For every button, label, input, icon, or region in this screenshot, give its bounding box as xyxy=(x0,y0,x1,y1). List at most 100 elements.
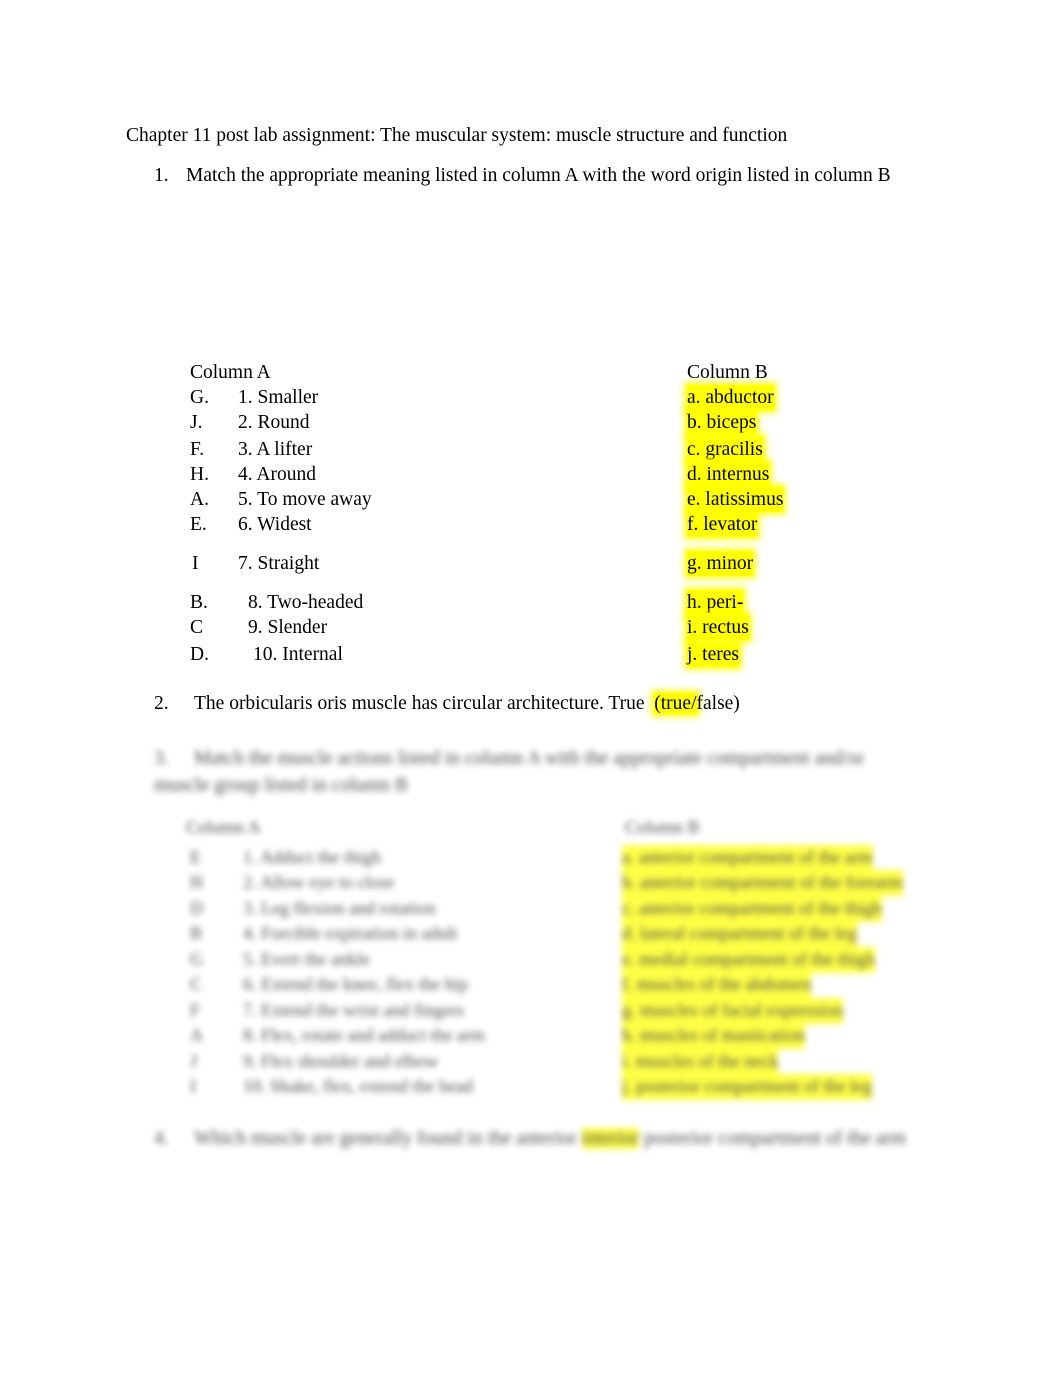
column-b-item: h. peri- xyxy=(687,590,744,615)
column-a-item: 6. Extend the knee, flex the hip xyxy=(243,974,468,994)
answer-letter: F. xyxy=(190,439,205,460)
question-2-text: The orbicularis oris muscle has circular… xyxy=(194,693,645,714)
column-a-item: 4. Around xyxy=(238,464,316,485)
column-b-item: b. biceps xyxy=(687,410,757,435)
answer-letter: A xyxy=(190,1025,203,1045)
table-row: I 7. Straight g. minor xyxy=(190,551,890,576)
answer-letter: B xyxy=(190,923,203,943)
table-row: E. 6. Widest f. levator xyxy=(190,512,890,537)
question-1-text: Match the appropriate meaning listed in … xyxy=(186,165,891,186)
column-b-item: c. gracilis xyxy=(687,437,763,462)
answer-letter: B. xyxy=(190,592,208,613)
table-row: H 2. Allow eye to close b. anterior comp… xyxy=(0,870,1000,896)
column-b-item: c. anterior compartment of the thigh xyxy=(622,896,882,922)
column-a-item: 3. Leg flexion and rotation xyxy=(243,898,436,918)
table-row: D. 10. Internal j. teres xyxy=(190,642,890,667)
column-b-item: i. rectus xyxy=(687,615,749,640)
question-4-highlight: interior xyxy=(581,1128,640,1149)
blurred-lower-section: 3. Match the muscle actions listed in col… xyxy=(0,735,1062,1165)
answer-letter: G. xyxy=(190,387,209,408)
question-2-choice-highlight: (true/ xyxy=(654,693,697,714)
question-2-choice-rest: false) xyxy=(696,693,740,714)
table-row: G 5. Evert the ankle e. medial compartme… xyxy=(0,947,1000,973)
column-a-item: 9. Flex shoulder and elbow xyxy=(243,1051,439,1071)
page-title: Chapter 11 post lab assignment: The musc… xyxy=(126,125,788,146)
table-row: F 7. Extend the wrist and fingers g. mus… xyxy=(0,998,1000,1024)
column-b-item: f. muscles of the abdomen xyxy=(622,972,812,998)
answer-letter: A. xyxy=(190,489,209,510)
column-b-item: f. levator xyxy=(687,512,758,537)
table-row: H. 4. Around d. internus xyxy=(190,462,890,487)
column-b-item: d. internus xyxy=(687,462,770,487)
question-4-text-before: Which muscle are generally found in the … xyxy=(194,1128,577,1149)
column-a-header: Column A xyxy=(190,362,271,383)
column-b-item: j. teres xyxy=(687,642,739,667)
column-b-item: a. abductor xyxy=(687,385,774,410)
column-b-item: e. latissimus xyxy=(687,487,784,512)
question-4-text-after: posterior compartment of the arm xyxy=(643,1128,907,1149)
question-3-number: 3. xyxy=(154,748,169,769)
question-2-number: 2. xyxy=(154,693,169,714)
column-a-item: 5. Evert the ankle xyxy=(243,949,370,969)
question-1-number: 1. xyxy=(154,165,169,186)
table-row: B 4. Forcible expiration in adult d. lat… xyxy=(0,921,1000,947)
question-3-text: Match the muscle actions listed in colum… xyxy=(154,748,865,796)
column-b-header-2: Column B xyxy=(625,817,700,837)
table-row: A. 5. To move away e. latissimus xyxy=(190,487,890,512)
column-a-item: 10. Shake, flex, extend the head xyxy=(243,1076,473,1096)
column-b-item: j. posterior compartment of the leg xyxy=(622,1074,872,1100)
document-page: Chapter 11 post lab assignment: The musc… xyxy=(0,0,1062,1377)
answer-letter: H. xyxy=(190,464,209,485)
table-row: F. 3. A lifter c. gracilis xyxy=(190,437,890,462)
column-a-item: 9. Slender xyxy=(248,617,328,638)
question-2: 2. The orbicularis oris muscle has circul… xyxy=(154,692,740,716)
column-a-item: 7. Straight xyxy=(238,553,320,574)
column-b-item: g. muscles of facial expression xyxy=(622,998,844,1024)
column-a-item: 8. Flex, rotate and adduct the arm xyxy=(243,1025,485,1045)
answer-letter: D xyxy=(190,898,203,918)
column-a-item: 6. Widest xyxy=(238,514,312,535)
table-row: J 9. Flex shoulder and elbow i. muscles … xyxy=(0,1049,1000,1075)
question-1: 1. Match the appropriate meaning listed i… xyxy=(154,164,891,188)
question-4-number: 4. xyxy=(154,1128,169,1149)
column-b-item: h. muscles of mastication xyxy=(622,1023,805,1049)
table-row: J. 2. Round b. biceps xyxy=(190,410,890,435)
answer-letter: J. xyxy=(190,412,203,433)
question-4: 4. Which muscle are generally found in th… xyxy=(154,1127,906,1151)
column-b-item: i. muscles of the neck xyxy=(622,1049,779,1075)
answer-letter: F xyxy=(190,1000,201,1020)
table-row: E 1. Adduct the thigh a. anterior compar… xyxy=(0,845,1000,871)
column-a-item: 8. Two-headed xyxy=(248,592,364,613)
column-b-item: b. anterior compartment of the forearm xyxy=(622,870,903,896)
column-b-item: a. anterior compartment of the arm xyxy=(622,845,873,871)
column-b-item: e. medial compartment of the thigh xyxy=(622,947,875,973)
column-a-item: 1. Smaller xyxy=(238,387,319,408)
answer-letter: J xyxy=(190,1051,198,1071)
answer-letter: C xyxy=(190,617,204,638)
column-a-item: 1. Adduct the thigh xyxy=(243,847,381,867)
answer-letter: E. xyxy=(190,514,207,535)
column-a-item: 10. Internal xyxy=(253,644,343,665)
question-3: 3. Match the muscle actions listed in col… xyxy=(154,745,924,799)
answer-letter: I xyxy=(192,553,199,574)
answer-letter: D. xyxy=(190,644,209,665)
table-row: I 10. Shake, flex, extend the head j. po… xyxy=(0,1074,1000,1100)
table-row: A 8. Flex, rotate and adduct the arm h. … xyxy=(0,1023,1000,1049)
answer-letter: C xyxy=(190,974,203,994)
column-b-item: d. lateral compartment of the leg xyxy=(622,921,857,947)
table-row: C 6. Extend the knee, flex the hip f. mu… xyxy=(0,972,1000,998)
answer-letter: I xyxy=(190,1076,196,1096)
table-row: D 3. Leg flexion and rotation c. anterio… xyxy=(0,896,1000,922)
table-row: G. 1. Smaller a. abductor xyxy=(190,385,890,410)
column-b-item: g. minor xyxy=(687,551,754,576)
column-a-header-2: Column A xyxy=(186,817,261,837)
column-a-item: 5. To move away xyxy=(238,489,372,510)
column-a-item: 4. Forcible expiration in adult xyxy=(243,923,458,943)
table-row: B. 8. Two-headed h. peri- xyxy=(190,590,890,615)
answer-letter: H xyxy=(190,872,203,892)
column-a-item: 2. Round xyxy=(238,412,310,433)
column-a-item: 3. A lifter xyxy=(238,439,313,460)
answer-letter: E xyxy=(190,847,201,867)
answer-letter: G xyxy=(190,949,203,969)
column-a-item: 7. Extend the wrist and fingers xyxy=(243,1000,464,1020)
